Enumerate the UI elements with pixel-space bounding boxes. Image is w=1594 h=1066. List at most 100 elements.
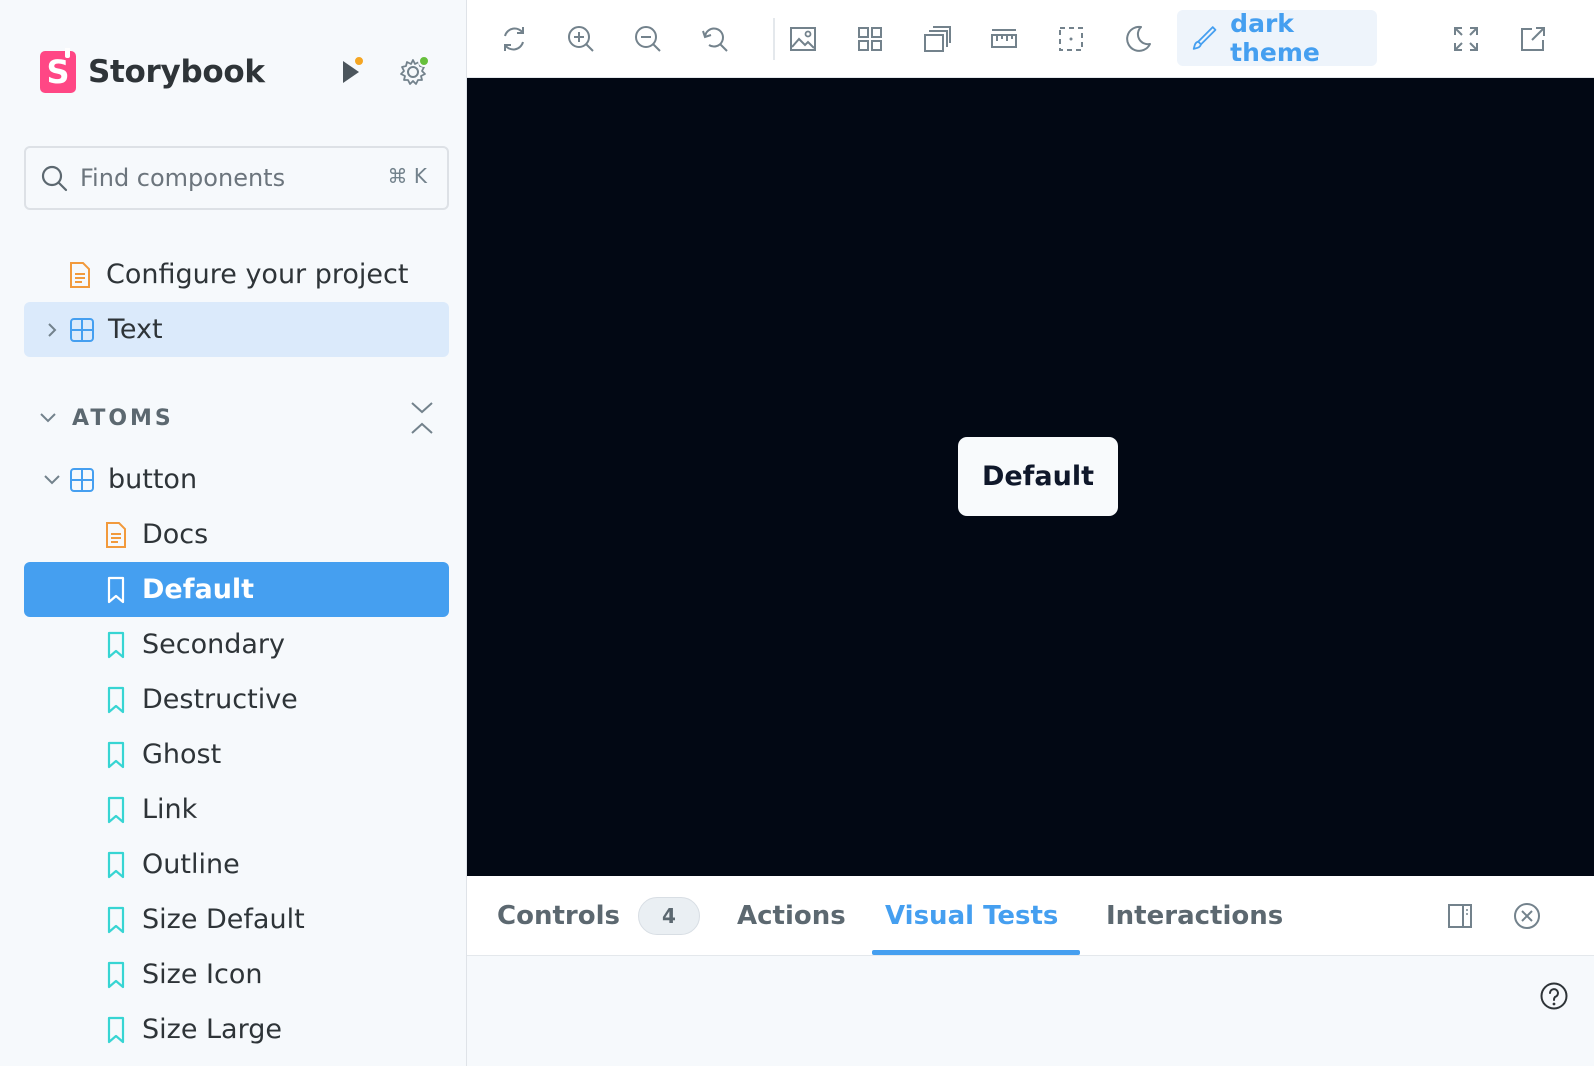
tree-item-ghost[interactable]: Ghost [24, 727, 449, 782]
whats-new-button[interactable] [335, 55, 369, 89]
tree-item-text[interactable]: Text [24, 302, 449, 357]
reset-zoom-button[interactable] [695, 19, 735, 59]
tree-item-docs[interactable]: Docs [24, 507, 449, 562]
chevron-down-icon [34, 403, 62, 433]
sidebar-alt-icon [1448, 904, 1472, 928]
zoom-in-button[interactable] [561, 19, 601, 59]
zoom-in-icon [568, 26, 594, 52]
bookmark-icon [102, 850, 130, 880]
close-icon [1514, 903, 1540, 929]
section-atoms[interactable]: ATOMS [24, 398, 449, 438]
tree-item-size-icon[interactable]: Size Icon [24, 947, 449, 1002]
notification-dot [353, 55, 365, 67]
fullscreen-button[interactable] [1446, 19, 1486, 59]
tree-item-secondary[interactable]: Secondary [24, 617, 449, 672]
ruler-icon [991, 29, 1017, 48]
paintbrush-icon [1192, 26, 1217, 50]
brand[interactable]: S Storybook [40, 48, 265, 94]
preview-default-button[interactable]: Default [958, 437, 1118, 516]
bookmark-icon [102, 1015, 130, 1045]
tree-item-destructive[interactable]: Destructive [24, 672, 449, 727]
remount-button[interactable] [494, 19, 534, 59]
tree-item-outline[interactable]: Outline [24, 837, 449, 892]
bookmark-icon [102, 630, 130, 660]
image-icon [790, 27, 816, 51]
search-shortcut: ⌘ K [387, 164, 427, 188]
bookmark-icon [102, 905, 130, 935]
viewport-button[interactable] [917, 19, 957, 59]
preview-canvas: Default [467, 78, 1594, 876]
tree-item-label: button [108, 464, 198, 495]
tab-label: Controls [497, 901, 620, 931]
tree-item-configure-your-project[interactable]: Configure your project [24, 247, 449, 302]
search-box: ⌘ K [24, 146, 449, 210]
tree-item-link[interactable]: Link [24, 782, 449, 837]
collapse-all-button[interactable] [405, 400, 439, 436]
tree-item-label: Destructive [142, 684, 298, 715]
tree-item-label: Default [142, 574, 255, 605]
question-icon [1540, 982, 1568, 1010]
component-icon [68, 465, 96, 495]
bookmark-icon [102, 795, 130, 825]
tab-interactions[interactable]: Interactions [1106, 876, 1283, 956]
search-input[interactable] [80, 164, 370, 192]
bookmark-icon [102, 740, 130, 770]
panel-position-button[interactable] [1440, 896, 1480, 936]
toolbar: dark theme [467, 0, 1594, 78]
sidebar: S Storybook ⌘ K Configure your project T… [0, 0, 467, 1066]
theme-switcher-button[interactable]: dark theme [1177, 9, 1377, 67]
status-dot [418, 55, 430, 67]
help-button[interactable] [1534, 976, 1574, 1016]
addon-tabs: Controls 4 Actions Visual Tests Interact… [467, 876, 1594, 956]
document-icon [102, 520, 130, 550]
tree-item-label: Configure your project [106, 259, 409, 290]
outline-button[interactable] [1051, 19, 1091, 59]
tree-item-label: Size Icon [142, 959, 263, 990]
moon-icon [1126, 25, 1151, 52]
fullscreen-icon [1454, 27, 1478, 51]
tree-item-label: Size Large [142, 1014, 282, 1045]
chevron-right-icon [38, 315, 66, 345]
toolbar-separator [773, 18, 775, 60]
viewport-icon [924, 26, 951, 52]
bookmark-icon [102, 960, 130, 990]
component-icon [68, 315, 96, 345]
bookmark-icon [102, 575, 130, 605]
tab-controls[interactable]: Controls 4 [497, 876, 700, 956]
zoom-out-button[interactable] [628, 19, 668, 59]
open-new-tab-button[interactable] [1513, 19, 1553, 59]
controls-count-badge: 4 [637, 897, 700, 935]
tree-item-label: Docs [142, 519, 209, 550]
theme-label: dark theme [1230, 9, 1320, 67]
measure-button[interactable] [984, 19, 1024, 59]
addon-panel: Controls 4 Actions Visual Tests Interact… [467, 876, 1594, 1066]
tree-item-label: Size Default [142, 904, 305, 935]
tree-item-label: Text [108, 314, 163, 345]
close-panel-button[interactable] [1507, 896, 1547, 936]
tree-item-label: Secondary [142, 629, 285, 660]
grid-button[interactable] [850, 19, 890, 59]
tab-actions[interactable]: Actions [737, 876, 846, 956]
bookmark-icon [102, 685, 130, 715]
tab-visual-tests[interactable]: Visual Tests [885, 876, 1058, 956]
brand-name: Storybook [88, 54, 265, 90]
outline-icon [1059, 27, 1083, 51]
grid-icon [858, 27, 882, 51]
theme-mode-button[interactable] [1118, 19, 1158, 59]
active-tab-indicator [872, 950, 1080, 955]
section-label: ATOMS [72, 405, 174, 431]
document-icon [66, 260, 94, 290]
collapse-all-icon [411, 402, 433, 434]
zoom-out-icon [635, 26, 661, 52]
tree-item-label: Outline [142, 849, 240, 880]
storybook-logo: S [40, 48, 76, 93]
tab-label: Interactions [1106, 901, 1284, 931]
settings-button[interactable] [396, 55, 430, 89]
tree-item-button[interactable]: button [24, 452, 449, 507]
tab-label: Actions [737, 901, 846, 931]
reset-zoom-icon [702, 27, 728, 52]
tree-item-size-large[interactable]: Size Large [24, 1002, 449, 1057]
tree-item-default[interactable]: Default [24, 562, 449, 617]
tree-item-size-default[interactable]: Size Default [24, 892, 449, 947]
background-button[interactable] [783, 19, 823, 59]
